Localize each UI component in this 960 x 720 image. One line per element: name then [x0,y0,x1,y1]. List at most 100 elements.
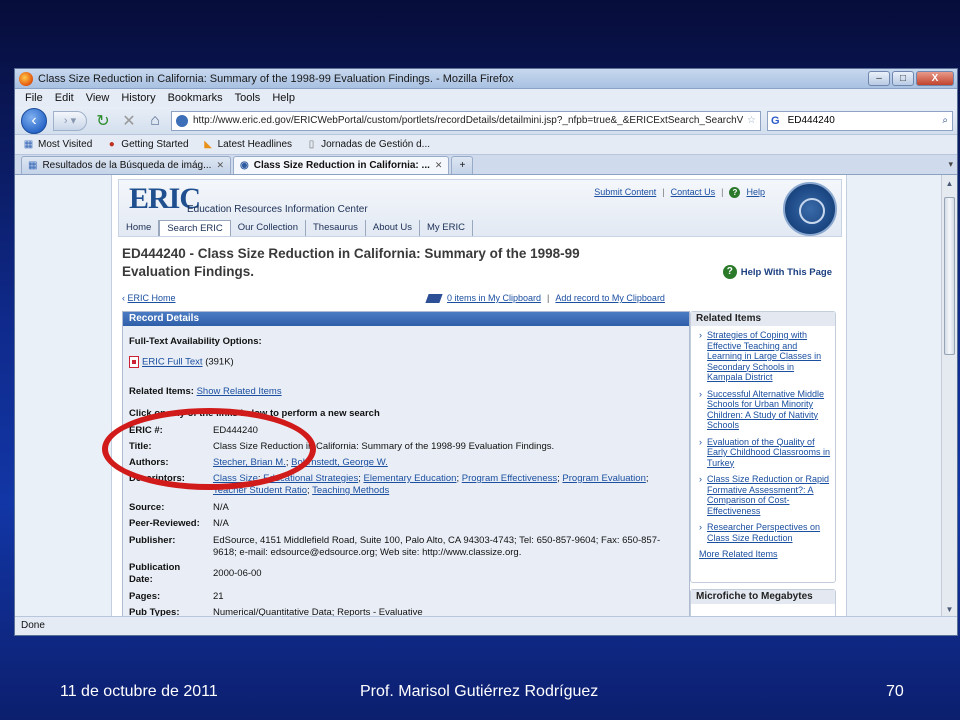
link-separator: | [662,187,665,197]
contact-us-link[interactable]: Contact Us [671,187,716,198]
nav-home[interactable]: Home [119,220,160,236]
close-button[interactable]: X [916,71,954,86]
nav-about-us[interactable]: About Us [366,220,420,236]
link-separator: | [721,187,724,197]
field-value: 21 [213,591,224,602]
menu-view[interactable]: View [86,92,110,104]
vertical-scrollbar[interactable]: ▲ ▼ [941,175,957,618]
descriptor-link[interactable]: Teaching Methods [312,485,389,496]
back-button[interactable]: ‹ [21,107,47,134]
clipboard-links: 0 items in My Clipboard | Add record to … [425,293,665,303]
bookmark-latest-headlines[interactable]: ◣ Latest Headlines [203,139,293,150]
show-related-items-link[interactable]: Show Related Items [197,386,282,397]
tab-close-icon[interactable]: ✕ [435,160,443,171]
url-text[interactable]: http://www.eric.ed.gov/ERICWebPortal/cus… [193,115,743,126]
field-label: Pages: [129,591,161,602]
tab-label: Resultados de la Búsqueda de imág... [42,160,212,171]
field-label: Peer-Reviewed: [129,518,200,529]
eric-subtitle: Education Resources Information Center [187,204,368,215]
help-icon[interactable]: ? [729,187,741,198]
microfiche-header: Microfiche to Megabytes [691,590,835,604]
scroll-down-icon[interactable]: ▼ [944,605,955,614]
field-value: Class Size Reduction in California: Summ… [213,441,555,452]
help-with-page-link[interactable]: ? Help With This Page [722,265,832,279]
search-box[interactable]: G ED444240 ⌕ [767,110,953,131]
search-input[interactable]: ED444240 [788,115,943,126]
footer-author: Prof. Marisol Gutiérrez Rodríguez [360,683,599,700]
nav-thesaurus[interactable]: Thesaurus [306,220,366,236]
bookmark-label: Getting Started [121,139,189,150]
submit-content-link[interactable]: Submit Content [594,187,656,198]
field-label: Source: [129,502,165,513]
bookmark-label: Most Visited [38,139,93,150]
home-icon[interactable]: ⌂ [145,112,165,130]
site-identity-icon[interactable] [176,114,188,127]
descriptor-link[interactable]: Class Size [213,473,258,484]
tab-resultados[interactable]: ▦ Resultados de la Búsqueda de imág... ✕ [21,156,231,174]
eric-home-link[interactable]: ‹ ERIC Home [122,293,176,303]
maximize-button[interactable]: □ [892,71,914,86]
menu-tools[interactable]: Tools [235,92,261,104]
related-items-header: Related Items [691,312,835,326]
url-bar[interactable]: http://www.eric.ed.gov/ERICWebPortal/cus… [171,110,761,131]
scrollbar-thumb[interactable] [944,197,955,355]
related-item-link[interactable]: Class Size Reduction or Rapid Formative … [699,474,831,516]
minimize-button[interactable]: – [868,71,890,86]
tab-class-size[interactable]: ◉ Class Size Reduction in California: ...… [233,156,450,174]
descriptor-link[interactable]: Program Evaluation [562,473,645,484]
tab-list-icon[interactable]: ▾ [948,159,953,170]
bookmark-getting-started[interactable]: ● Getting Started [106,139,189,150]
related-item-link[interactable]: Successful Alternative Middle Schools fo… [699,389,831,431]
related-item-link[interactable]: Strategies of Coping with Effective Teac… [699,330,831,383]
clipboard-link[interactable]: 0 items in My Clipboard [447,293,541,303]
author-link[interactable]: Stecher, Brian M. [213,457,286,468]
stop-icon[interactable]: ✕ [119,111,139,131]
bookmark-jornadas[interactable]: ▯ Jornadas de Gestión d... [306,139,430,150]
related-item-link[interactable]: Evaluation of the Quality of Early Child… [699,437,831,469]
record-details-header: Record Details [123,312,689,326]
page-viewport: ERIC Education Resources Information Cen… [15,175,943,618]
related-item-link[interactable]: Researcher Perspectives on Class Size Re… [699,522,831,543]
author-link[interactable]: Bohrnstedt, George W. [291,457,388,468]
record-title: ED444240 - Class Size Reduction in Calif… [122,246,580,279]
status-bar: Done [15,616,957,635]
menu-bookmarks[interactable]: Bookmarks [168,92,223,104]
more-related-items-link[interactable]: More Related Items [699,549,831,559]
bookmark-star-icon[interactable]: ☆ [747,115,756,126]
new-tab-button[interactable]: + [451,156,474,174]
add-to-clipboard-link[interactable]: Add record to My Clipboard [555,293,665,303]
reload-icon[interactable]: ↻ [93,111,113,131]
descriptor-link[interactable]: Educational Strategies [263,473,358,484]
menu-history[interactable]: History [121,92,155,104]
bookmark-most-visited[interactable]: ▦ Most Visited [23,139,93,150]
field-value: Class Size; Educational Strategies; Elem… [213,473,649,496]
nav-my-eric[interactable]: My ERIC [420,220,473,236]
related-items-row: Related Items: Show Related Items [129,386,282,397]
descriptor-link[interactable]: Teacher Student Ratio [213,485,307,496]
related-items-label: Related Items: [129,386,194,397]
menu-help[interactable]: Help [272,92,295,104]
descriptor-link[interactable]: Program Effectiveness [462,473,557,484]
menu-file[interactable]: File [25,92,43,104]
nav-search-eric[interactable]: Search ERIC [159,220,231,236]
browser-window: Class Size Reduction in California: Summ… [14,68,958,636]
navigation-toolbar: ‹ › ▾ ↻ ✕ ⌂ http://www.eric.ed.gov/ERICW… [15,107,957,135]
search-engine-icon[interactable]: G [771,115,780,127]
tab-close-icon[interactable]: ✕ [216,160,224,171]
tab-favicon-icon: ◉ [240,160,249,171]
search-icon[interactable]: ⌕ [942,115,948,126]
record-details-panel: Record Details Full-Text Availability Op… [122,311,690,618]
forward-button[interactable]: › ▾ [53,110,87,131]
scroll-up-icon[interactable]: ▲ [944,179,955,188]
menu-bar: File Edit View History Bookmarks Tools H… [15,89,957,107]
help-link[interactable]: Help [746,187,765,198]
descriptor-link[interactable]: Elementary Education [364,473,457,484]
menu-edit[interactable]: Edit [55,92,74,104]
page-icon: ▯ [308,139,315,150]
eric-full-text-link[interactable]: ERIC Full Text [142,357,203,368]
nav-our-collection[interactable]: Our Collection [231,220,306,236]
link-separator: | [547,293,550,303]
window-title: Class Size Reduction in California: Summ… [38,72,514,85]
field-label: ERIC #: [129,425,163,436]
bookmark-label: Latest Headlines [217,139,293,150]
